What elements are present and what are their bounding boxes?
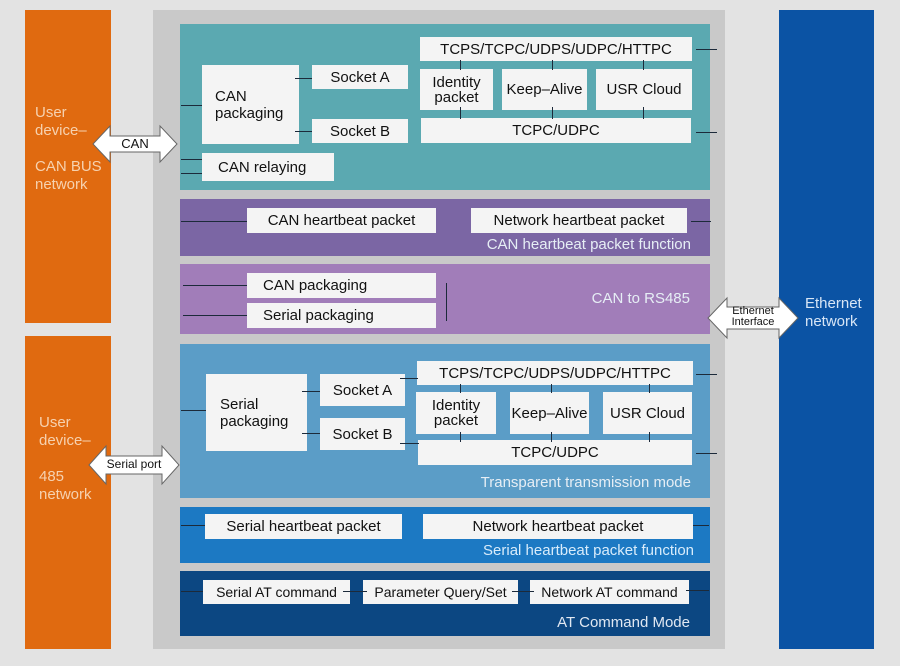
can-packaging-line1: CAN — [215, 87, 247, 105]
ethernet-network-label-1: Ethernet — [805, 295, 862, 312]
connector-line — [302, 391, 320, 392]
connector-line — [552, 60, 553, 70]
connector-line — [181, 410, 206, 411]
connector-line — [643, 60, 644, 70]
serial-keep-alive: Keep–Alive — [510, 392, 589, 434]
connector-line — [551, 432, 552, 442]
can-device-label-4: network — [35, 176, 88, 193]
ethernet-interface-line2: Interface — [731, 316, 775, 328]
connector-line — [460, 432, 461, 442]
serial-protocols-box: TCPS/TCPC/UDPS/UDPC/HTTPC — [417, 361, 693, 385]
rs485-device-label-4: network — [39, 486, 92, 503]
can-packaging-line2: packaging — [215, 104, 284, 122]
can-identity-line1: Identity — [432, 73, 481, 91]
can-identity-packet: Identity packet — [420, 69, 493, 110]
serial-heartbeat-caption: Serial heartbeat packet function — [483, 542, 694, 559]
connector-line — [649, 384, 650, 393]
can-relaying-box: CAN relaying — [202, 153, 334, 181]
can-to-rs485-caption: CAN to RS485 — [591, 290, 690, 307]
can-identity-line2: packet — [434, 88, 479, 106]
connector-line — [460, 107, 461, 119]
transparent-caption: Transparent transmission mode — [480, 474, 691, 491]
connector-line — [302, 433, 320, 434]
connector-line — [183, 315, 247, 316]
rs485-device-label-1: User — [39, 414, 71, 431]
connector-line — [181, 525, 205, 526]
ethernet-interface-label: Ethernet Interface — [722, 306, 784, 328]
rs485-device: User device– 485 network — [25, 336, 111, 649]
serial-packaging-line2: packaging — [220, 412, 289, 430]
serial-identity-line2: packet — [433, 412, 479, 429]
serial-usr-cloud: USR Cloud — [603, 392, 692, 434]
connector-line — [551, 384, 552, 393]
can-tcpc-udpc: TCPC/UDPC — [421, 118, 691, 143]
connector-line — [181, 221, 247, 222]
connector-line — [696, 374, 717, 375]
can-packaging-box: CAN packaging — [202, 65, 299, 144]
serial-packaging-box: Serial packaging — [206, 374, 307, 451]
ethernet-network-label-2: network — [805, 313, 858, 330]
connector-line — [295, 78, 312, 79]
can-heartbeat-packet: CAN heartbeat packet — [247, 208, 436, 233]
connector-line — [446, 283, 447, 321]
serial-socket-a: Socket A — [320, 374, 405, 406]
serial-heartbeat-packet: Serial heartbeat packet — [205, 514, 402, 539]
serial-network-heartbeat-packet: Network heartbeat packet — [423, 514, 693, 539]
connector-line — [686, 590, 709, 591]
can-heartbeat-caption: CAN heartbeat packet function — [486, 236, 691, 253]
serial-at-command: Serial AT command — [203, 580, 350, 604]
serial-packaging-line1: Serial — [220, 395, 259, 413]
connector-line — [649, 432, 650, 442]
connector-line — [512, 591, 534, 592]
connector-line — [691, 221, 711, 222]
can-keep-alive: Keep–Alive — [502, 69, 587, 110]
can-socket-a: Socket A — [312, 65, 408, 89]
can-network-heartbeat-packet: Network heartbeat packet — [471, 208, 687, 233]
serial-packaging-row: Serial packaging — [247, 303, 436, 328]
serial-identity-packet: Identity packet — [416, 392, 496, 434]
connector-line — [696, 453, 717, 454]
can-device-label-1: User — [35, 104, 67, 121]
connector-line — [343, 591, 367, 592]
can-protocols-box: TCPS/TCPC/UDPS/UDPC/HTTPC — [420, 37, 692, 61]
connector-line — [400, 378, 418, 379]
serial-port-connector-label: Serial port — [106, 457, 162, 471]
can-packaging-row: CAN packaging — [247, 273, 436, 298]
connector-line — [181, 105, 202, 106]
connector-line — [552, 107, 553, 119]
can-usr-cloud: USR Cloud — [596, 69, 692, 110]
can-bus-device: User device– CAN BUS network — [25, 10, 111, 323]
connector-line — [400, 443, 419, 444]
serial-identity-line1: Identity — [431, 397, 481, 414]
connector-line — [183, 285, 247, 286]
at-command-caption: AT Command Mode — [557, 614, 690, 631]
serial-socket-b: Socket B — [320, 418, 405, 450]
can-connector-label: CAN — [121, 136, 149, 151]
connector-line — [295, 131, 312, 132]
parameter-query-set: Parameter Query/Set — [363, 580, 518, 604]
connector-line — [696, 49, 717, 50]
connector-line — [693, 525, 709, 526]
connector-line — [181, 173, 202, 174]
can-socket-b: Socket B — [312, 119, 408, 143]
connector-line — [460, 384, 461, 393]
connector-line — [460, 60, 461, 70]
connector-line — [181, 591, 203, 592]
connector-line — [643, 107, 644, 119]
network-at-command: Network AT command — [530, 580, 689, 604]
connector-line — [696, 132, 717, 133]
connector-line — [181, 159, 202, 160]
serial-tcpc-udpc: TCPC/UDPC — [418, 440, 692, 465]
